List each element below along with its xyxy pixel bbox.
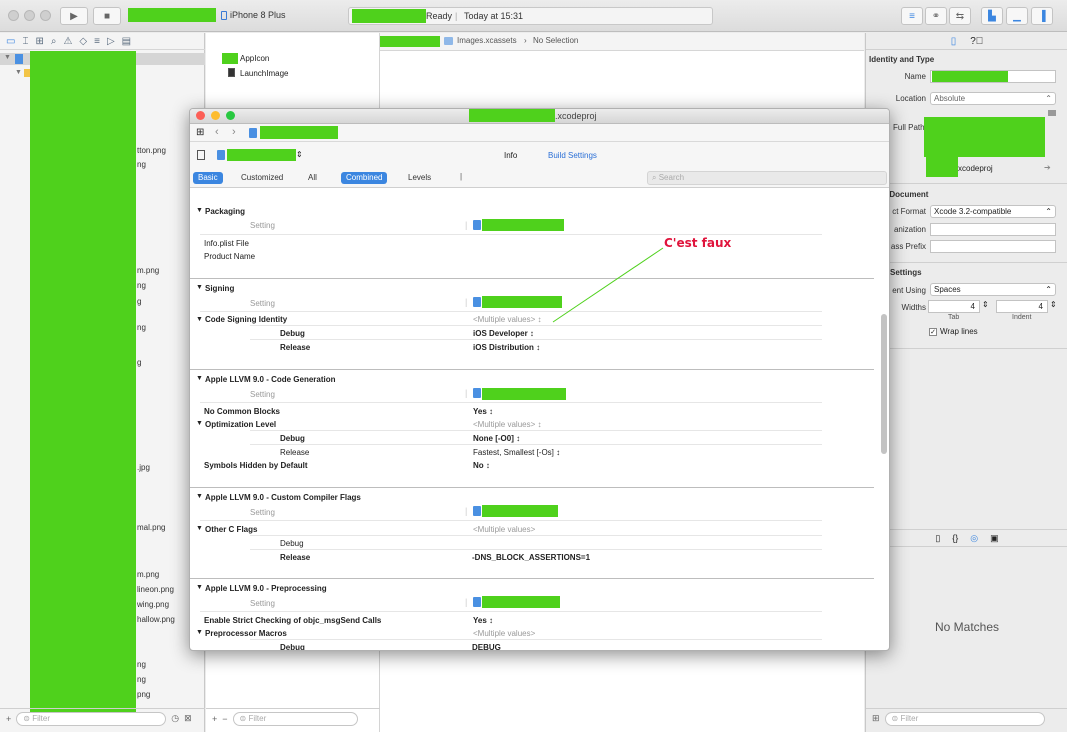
annotation-pointer-line — [552, 247, 664, 323]
annotation-label: C'est faux — [664, 236, 732, 250]
annotation-overlay — [552, 247, 664, 323]
